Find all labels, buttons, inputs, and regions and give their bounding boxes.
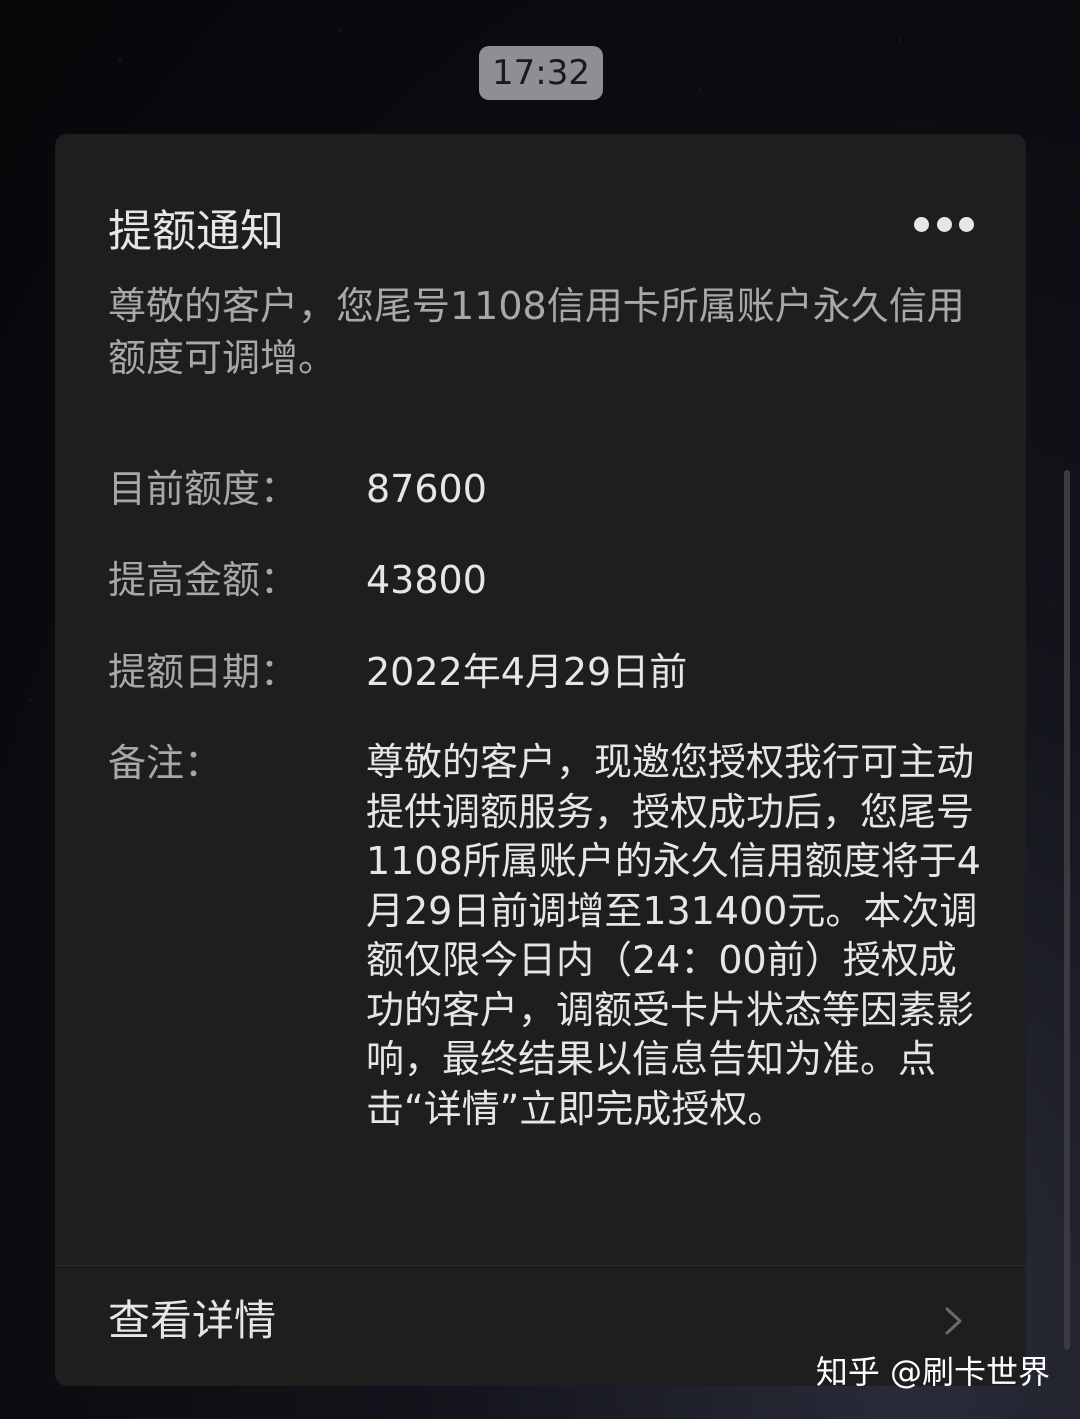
intro-text: 尊敬的客户，您尾号1108信用卡所属账户永久信用额度可调增。 [108, 284, 965, 380]
chevron-right-icon[interactable] [938, 1306, 968, 1336]
current-limit-label: 目前额度： [108, 467, 299, 511]
increase-amount-value: 43800 [366, 558, 487, 602]
note-label: 备注： [108, 741, 223, 785]
more-dot [936, 216, 952, 232]
note-value: 尊敬的客户，现邀您授权我行可主动提供调额服务，授权成功后，您尾号1108所属账户… [366, 740, 981, 1131]
watermark: 知乎 @刷卡世界 [815, 1353, 1050, 1391]
divider [55, 1265, 1026, 1266]
more-icon[interactable] [914, 214, 974, 234]
more-dot [959, 216, 974, 232]
increase-date-value: 2022年4月29日前 [366, 650, 688, 694]
view-details-link[interactable]: 查看详情 [108, 1291, 276, 1351]
more-dot [914, 216, 929, 232]
increase-amount-label: 提高金额： [108, 558, 299, 602]
current-limit-value: 87600 [366, 467, 487, 511]
message-timestamp: 17:32 [479, 46, 603, 100]
increase-date-label: 提额日期： [108, 650, 299, 694]
card-title: 提额通知 [108, 206, 284, 257]
scrollbar[interactable] [1064, 470, 1070, 1350]
notification-card: 提额通知 尊敬的客户，您尾号1108信用卡所属账户永久信用额度可调增。 目前额度… [55, 134, 1026, 1386]
